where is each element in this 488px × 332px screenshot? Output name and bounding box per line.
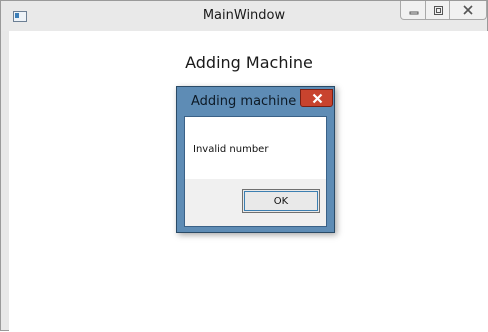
dialog-message: Invalid number	[193, 144, 269, 155]
dialog-message-area: Invalid number	[185, 117, 326, 179]
close-button[interactable]	[450, 1, 487, 20]
ok-button[interactable]: OK	[242, 189, 320, 213]
dialog-title: Adding machine	[191, 94, 297, 109]
title-bar[interactable]: MainWindow	[1, 1, 487, 31]
dialog-close-button[interactable]	[300, 89, 333, 107]
maximize-button[interactable]	[426, 1, 450, 20]
dialog-body: Invalid number OK	[184, 116, 327, 227]
minimize-button[interactable]	[400, 1, 426, 20]
close-icon	[463, 5, 473, 15]
minimize-icon	[409, 11, 419, 15]
close-icon	[312, 93, 323, 104]
message-dialog: Adding machine Invalid number OK	[176, 86, 335, 233]
page-heading: Adding Machine	[185, 53, 313, 72]
maximize-icon	[434, 6, 443, 15]
